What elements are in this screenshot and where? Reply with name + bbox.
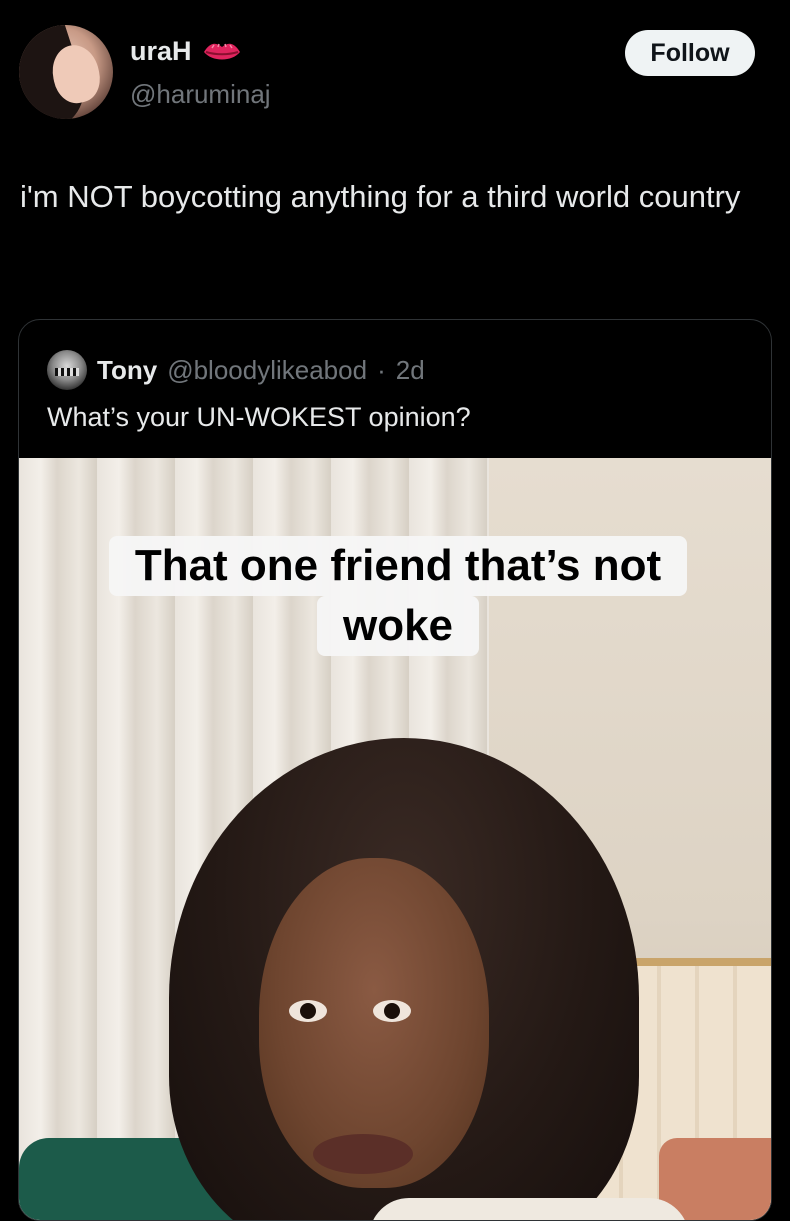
quoted-tweet-card[interactable]: Tony @bloodylikeabod · 2d What’s your UN…: [18, 319, 772, 1221]
person-shirt: [369, 1198, 689, 1220]
video-caption-line-1: That one friend that’s not: [108, 536, 688, 596]
person-in-video: [149, 738, 689, 1220]
author-display-name[interactable]: uraH: [130, 36, 192, 67]
quoted-tweet-text: What’s your UN-WOKEST opinion?: [47, 402, 471, 432]
quoted-tweet-header: Tony @bloodylikeabod · 2d: [47, 350, 425, 390]
person-right-eye: [373, 1000, 411, 1022]
quoted-tweet-time[interactable]: 2d: [396, 355, 425, 386]
author-name-row: uraH: [130, 36, 242, 67]
lips-icon: [202, 38, 242, 66]
quoted-author-avatar[interactable]: [47, 350, 87, 390]
follow-button[interactable]: Follow: [625, 30, 755, 76]
video-caption-line-2: woke: [316, 596, 480, 656]
author-handle[interactable]: @haruminaj: [130, 79, 271, 110]
person-lips: [313, 1134, 413, 1174]
quoted-tweet-video[interactable]: That one friend that’s not woke: [19, 458, 771, 1220]
quoted-author-handle[interactable]: @bloodylikeabod: [167, 355, 367, 386]
separator-dot: ·: [377, 354, 386, 385]
quoted-author-name[interactable]: Tony: [97, 355, 157, 386]
person-left-eye: [289, 1000, 327, 1022]
tweet-text: i'm NOT boycotting anything for a third …: [20, 179, 741, 214]
video-caption: That one friend that’s not woke: [47, 536, 749, 656]
author-avatar[interactable]: [19, 25, 113, 119]
